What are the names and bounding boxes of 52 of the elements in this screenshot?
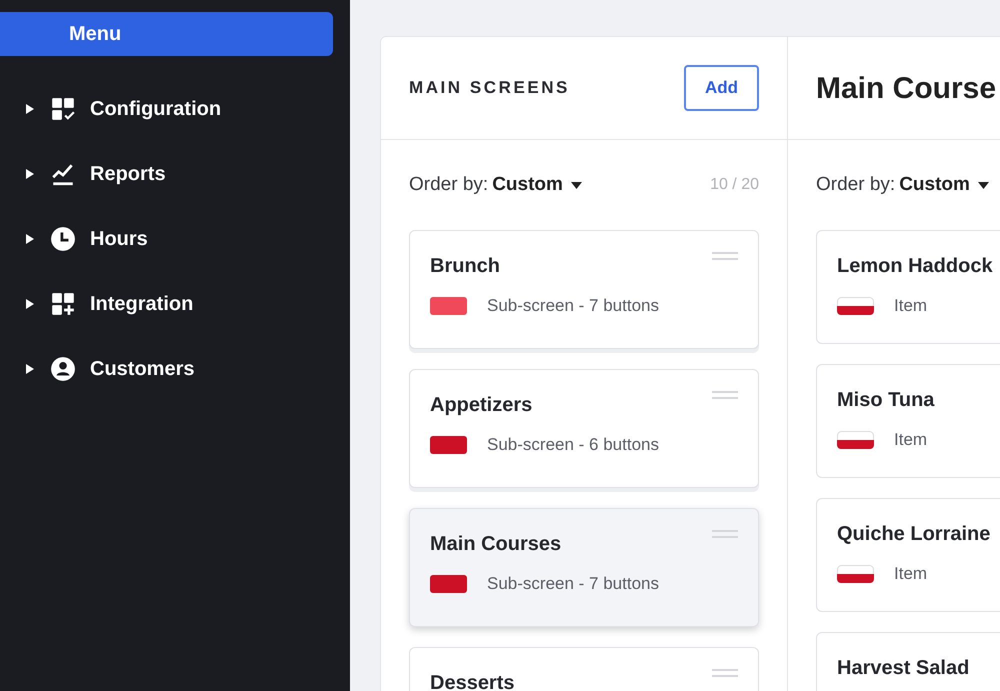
screen-name: Appetizers — [430, 393, 532, 418]
screen-name: Main Courses — [430, 532, 562, 557]
item-card[interactable]: Quiche Lorraine Item — [816, 498, 1000, 612]
item-name: Lemon Haddock — [837, 255, 993, 277]
drag-handle-icon[interactable] — [712, 390, 738, 400]
grid-check-icon — [50, 96, 76, 122]
detail-title: Main Course — [816, 70, 996, 106]
item-name: Miso Tuna — [837, 389, 934, 411]
caret-icon — [26, 299, 34, 309]
caret-icon — [26, 364, 34, 374]
caret-down-icon — [978, 182, 989, 188]
caret-icon — [26, 234, 34, 244]
order-by-label: Order by: — [409, 172, 488, 197]
item-type: Item — [894, 429, 928, 451]
flag-icon — [837, 296, 874, 315]
order-by-dropdown[interactable]: Custom — [492, 170, 582, 200]
item-card[interactable]: Lemon Haddock Item — [816, 230, 1000, 344]
screen-card[interactable]: Main Courses Sub-screen - 7 buttons — [409, 508, 759, 627]
panel-title: MAIN SCREENS — [409, 77, 570, 100]
sidebar-item[interactable]: Customers — [26, 352, 350, 386]
flag-icon — [837, 430, 874, 449]
screen-detail: Sub-screen - 7 buttons — [487, 295, 659, 317]
item-card[interactable]: Miso Tuna Item — [816, 364, 1000, 478]
drag-handle-icon[interactable] — [712, 251, 738, 261]
item-name: Harvest Salad — [837, 657, 970, 679]
item-name: Quiche Lorraine — [837, 523, 990, 545]
caret-down-icon — [570, 182, 582, 188]
drag-handle-icon[interactable] — [712, 668, 738, 678]
sidebar-item[interactable]: Reports — [26, 157, 350, 191]
caret-icon — [26, 169, 34, 179]
person-icon — [50, 356, 76, 382]
item-type: Item — [894, 295, 928, 317]
order-by-dropdown[interactable]: Custom — [899, 170, 989, 200]
sidebar-item[interactable]: Integration — [26, 287, 350, 321]
item-type: Item — [894, 563, 928, 585]
clock-icon — [50, 226, 76, 252]
add-button[interactable]: Add — [684, 65, 759, 111]
sidebar-item[interactable]: Configuration — [26, 92, 350, 126]
screen-name: Desserts — [430, 671, 515, 691]
drag-handle-icon[interactable] — [712, 529, 738, 539]
screen-count: 10 / 20 — [710, 175, 759, 195]
screen-detail: Sub-screen - 7 buttons — [487, 573, 659, 595]
screen-card[interactable]: Desserts — [409, 647, 759, 691]
item-card[interactable]: Harvest Salad — [816, 632, 1000, 691]
screen-name: Brunch — [430, 254, 500, 279]
menu-button[interactable]: Menu — [0, 12, 333, 56]
screen-detail: Sub-screen - 6 buttons — [487, 434, 659, 456]
flag-icon — [837, 564, 874, 583]
grid-plus-icon — [50, 291, 76, 317]
caret-icon — [26, 104, 34, 114]
sidebar-item[interactable]: Hours — [26, 222, 350, 256]
order-by-label: Order by: — [816, 172, 896, 197]
